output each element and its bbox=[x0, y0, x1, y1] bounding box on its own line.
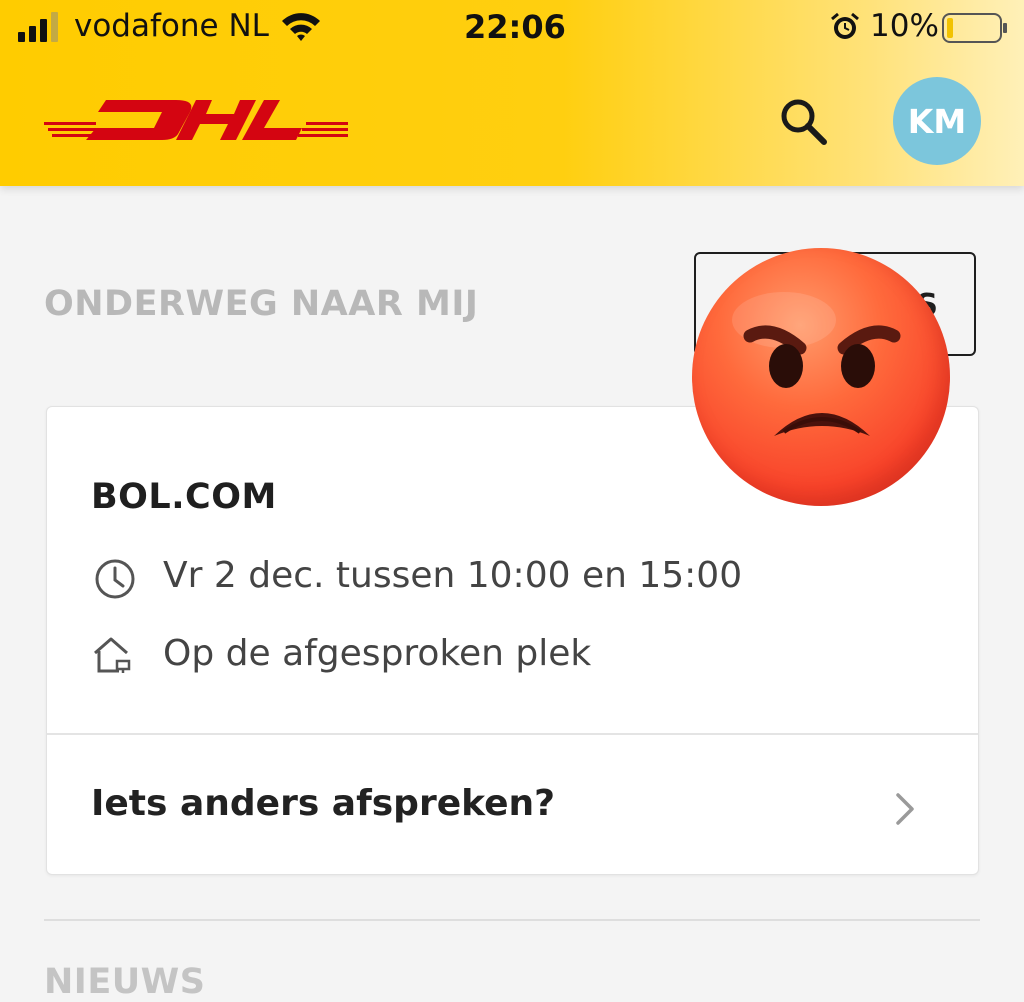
shipment-sender: BOL.COM bbox=[91, 477, 277, 517]
angry-face-emoji bbox=[692, 248, 950, 506]
angry-face-features bbox=[732, 292, 901, 436]
house-icon bbox=[94, 637, 131, 673]
status-bar: vodafone NL 22:06 10% bbox=[0, 0, 1024, 56]
chevron-right-icon bbox=[896, 793, 914, 825]
battery-icon bbox=[942, 13, 1007, 43]
avatar-initials: KM bbox=[907, 101, 967, 141]
battery-percent: 10% bbox=[870, 8, 939, 44]
carrier-name: vodafone NL bbox=[74, 8, 269, 44]
app-header: vodafone NL 22:06 10% KM bbox=[0, 0, 1024, 186]
search-icon[interactable] bbox=[776, 94, 832, 150]
section-title: ONDERWEG NAAR MIJ bbox=[44, 284, 479, 324]
alarm-icon bbox=[831, 12, 859, 39]
dhl-logo[interactable] bbox=[44, 94, 348, 144]
delivery-time: Vr 2 dec. tussen 10:00 en 15:00 bbox=[163, 555, 743, 596]
avatar[interactable]: KM bbox=[893, 77, 981, 165]
reschedule-delivery-row[interactable]: Iets anders afspreken? bbox=[47, 735, 978, 873]
news-section-title: NIEUWS bbox=[44, 962, 206, 1002]
reschedule-delivery-label: Iets anders afspreken? bbox=[91, 783, 556, 824]
wifi-icon bbox=[282, 13, 320, 41]
clock-icon bbox=[95, 559, 135, 599]
section-divider bbox=[44, 919, 980, 921]
signal-icon bbox=[18, 12, 58, 42]
delivery-location: Op de afgesproken plek bbox=[163, 633, 592, 674]
status-time: 22:06 bbox=[464, 8, 566, 46]
